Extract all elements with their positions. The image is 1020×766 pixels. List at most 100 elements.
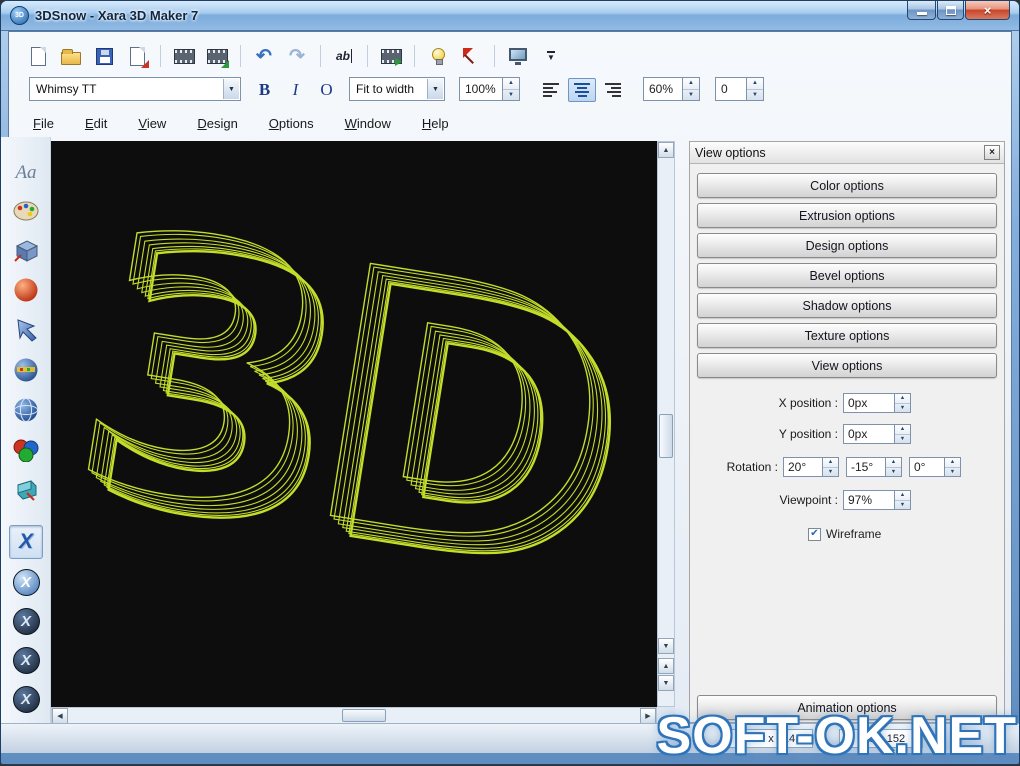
- scene-options-tool[interactable]: [9, 393, 43, 427]
- spin-up-icon[interactable]: ▲: [503, 78, 519, 90]
- edit-text-button[interactable]: ab: [331, 43, 357, 69]
- design-options-button[interactable]: Design options: [697, 233, 997, 258]
- bevel-options-button[interactable]: Bevel options: [697, 263, 997, 288]
- vertical-scrollbar[interactable]: ▲ ▼ ▲ ▼: [657, 141, 675, 707]
- color-options-tool[interactable]: [9, 194, 43, 228]
- document-canvas[interactable]: 3D 3D 3D 3D 3D 3D 3D: [51, 141, 657, 707]
- scroll-down-button[interactable]: ▼: [658, 638, 674, 654]
- bevel-options-tool[interactable]: [9, 273, 43, 307]
- new-document-button[interactable]: [25, 43, 51, 69]
- spin-down-icon[interactable]: ▼: [503, 90, 519, 101]
- chevron-down-icon[interactable]: ▼: [223, 79, 239, 99]
- horizontal-scrollbar[interactable]: ◀ ▶: [51, 707, 657, 724]
- spin-down-icon[interactable]: ▼: [683, 90, 699, 101]
- spin-down-icon[interactable]: ▼: [886, 468, 901, 477]
- minimize-button[interactable]: [907, 1, 936, 20]
- texture-options-button[interactable]: Texture options: [697, 323, 997, 348]
- font-select[interactable]: Whimsy TT ▼: [29, 77, 241, 101]
- scroll-left-button[interactable]: ◀: [52, 708, 68, 724]
- menu-options[interactable]: Options: [267, 114, 316, 133]
- horizontal-scroll-thumb[interactable]: [342, 709, 386, 722]
- italic-button[interactable]: I: [282, 77, 309, 103]
- shadow-options-button[interactable]: Shadow options: [697, 293, 997, 318]
- scroll-up-button[interactable]: ▲: [658, 142, 674, 158]
- view-options-button[interactable]: View options: [697, 353, 997, 378]
- tracking-input[interactable]: 0: [715, 77, 747, 101]
- menu-file[interactable]: File: [31, 114, 56, 133]
- maximize-button[interactable]: [937, 1, 964, 20]
- menu-window[interactable]: Window: [343, 114, 393, 133]
- spin-up-icon[interactable]: ▲: [895, 425, 910, 435]
- menu-view[interactable]: View: [136, 114, 168, 133]
- x-position-spinner[interactable]: ▲▼: [895, 393, 911, 413]
- text-options-tool[interactable]: Aa: [9, 156, 43, 190]
- rotation-y-spinner[interactable]: ▲▼: [886, 457, 902, 477]
- spin-up-icon[interactable]: ▲: [886, 458, 901, 468]
- xara-style-2-tool[interactable]: X: [9, 604, 43, 638]
- spin-up-icon[interactable]: ▲: [945, 458, 960, 468]
- lighting-button[interactable]: [425, 43, 451, 69]
- spin-up-icon[interactable]: ▲: [895, 491, 910, 501]
- extrusion-options-button[interactable]: Extrusion options: [697, 203, 997, 228]
- close-button[interactable]: ×: [965, 1, 1010, 20]
- rotation-z-input[interactable]: 0°: [909, 457, 945, 477]
- spin-down-icon[interactable]: ▼: [895, 404, 910, 413]
- y-position-spinner[interactable]: ▲▼: [895, 424, 911, 444]
- display-options-button[interactable]: [505, 43, 531, 69]
- rotation-x-input[interactable]: 20°: [783, 457, 823, 477]
- tracking-spinner[interactable]: ▲▼: [747, 77, 764, 101]
- style-options-tool[interactable]: [9, 433, 43, 467]
- chevron-down-icon[interactable]: ▼: [427, 79, 443, 99]
- xara-style-3-tool[interactable]: X: [9, 643, 43, 677]
- line-spacing-spinner[interactable]: ▲▼: [683, 77, 700, 101]
- spin-up-icon[interactable]: ▲: [747, 78, 763, 90]
- zoom-spinner[interactable]: ▲▼: [503, 77, 520, 101]
- export-button[interactable]: [124, 43, 150, 69]
- y-position-input[interactable]: 0px: [843, 424, 895, 444]
- extrusion-options-tool[interactable]: [9, 233, 43, 267]
- color-options-button[interactable]: Color options: [697, 173, 997, 198]
- vertical-scroll-thumb[interactable]: [659, 414, 673, 458]
- outline-button[interactable]: O: [313, 77, 340, 103]
- xara-style-selected-tool[interactable]: X: [9, 525, 43, 559]
- xara-style-4-tool[interactable]: X: [9, 682, 43, 716]
- menu-edit[interactable]: Edit: [83, 114, 109, 133]
- pan-down-button[interactable]: ▼: [658, 675, 674, 691]
- scroll-right-button[interactable]: ▶: [640, 708, 656, 724]
- bold-button[interactable]: B: [251, 77, 278, 103]
- animation-export-button[interactable]: [204, 43, 230, 69]
- animation-frames-button[interactable]: [171, 43, 197, 69]
- rotation-x-spinner[interactable]: ▲▼: [823, 457, 839, 477]
- rotation-z-spinner[interactable]: ▲▼: [945, 457, 961, 477]
- zoom-input[interactable]: 100%: [459, 77, 503, 101]
- open-file-button[interactable]: [58, 43, 84, 69]
- spin-up-icon[interactable]: ▲: [895, 394, 910, 404]
- x-position-input[interactable]: 0px: [843, 393, 895, 413]
- undo-button[interactable]: ↶: [251, 43, 277, 69]
- pan-up-button[interactable]: ▲: [658, 658, 674, 674]
- redo-button[interactable]: ↷: [284, 43, 310, 69]
- panel-close-button[interactable]: ×: [984, 145, 1000, 160]
- rotation-y-input[interactable]: -15°: [846, 457, 886, 477]
- fit-mode-select[interactable]: Fit to width ▼: [349, 77, 445, 101]
- shadow-options-tool[interactable]: [9, 313, 43, 347]
- spin-down-icon[interactable]: ▼: [823, 468, 838, 477]
- align-left-button[interactable]: [537, 78, 565, 102]
- align-right-button[interactable]: [599, 78, 627, 102]
- line-spacing-input[interactable]: 60%: [643, 77, 683, 101]
- spin-up-icon[interactable]: ▲: [683, 78, 699, 90]
- spin-down-icon[interactable]: ▼: [945, 468, 960, 477]
- menu-help[interactable]: Help: [420, 114, 451, 133]
- save-button[interactable]: [91, 43, 117, 69]
- title-bar[interactable]: 3D 3DSnow - Xara 3D Maker 7 ×: [1, 1, 1019, 31]
- animation-preview-button[interactable]: [378, 43, 404, 69]
- texture-options-tool[interactable]: [9, 353, 43, 387]
- color-picker-button[interactable]: [458, 43, 484, 69]
- toolbar-overflow-button[interactable]: ▼: [538, 43, 564, 69]
- xara-style-1-tool[interactable]: X: [9, 565, 43, 599]
- align-center-button[interactable]: [568, 78, 596, 102]
- spin-down-icon[interactable]: ▼: [747, 90, 763, 101]
- spin-down-icon[interactable]: ▼: [895, 435, 910, 444]
- viewpoint-spinner[interactable]: ▲▼: [895, 490, 911, 510]
- animation-tool[interactable]: [9, 473, 43, 507]
